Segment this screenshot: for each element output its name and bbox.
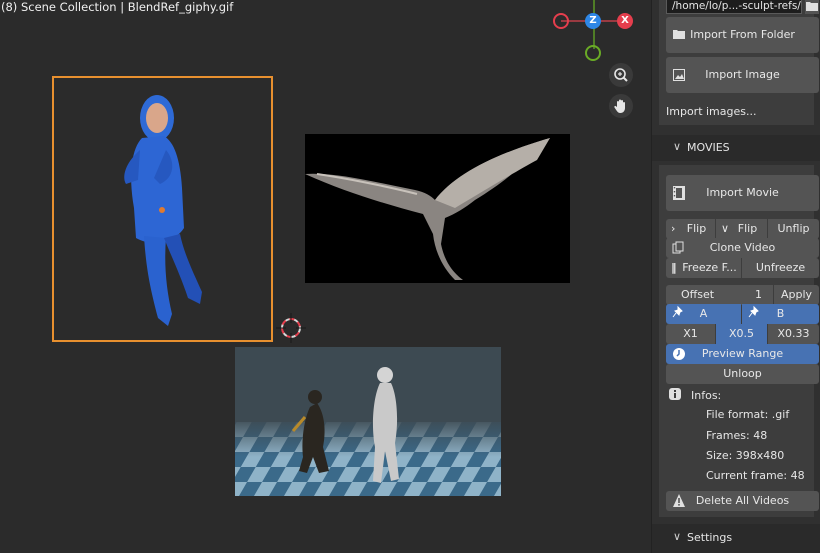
image-plane-characters[interactable]	[235, 347, 501, 496]
duplicate-icon	[672, 238, 684, 258]
speed-x033-button[interactable]: X0.33	[768, 324, 819, 344]
images-panel: /home/lo/p...-sculpt-refs/ Import From F…	[659, 0, 819, 125]
folder-path-field[interactable]: /home/lo/p...-sculpt-refs/	[666, 0, 802, 14]
pause-icon: ‖	[671, 261, 677, 274]
apply-offset-button[interactable]: Apply	[774, 285, 819, 305]
freeze-label: Freeze F...	[682, 261, 737, 274]
sidebar-panel[interactable]: /home/lo/p...-sculpt-refs/ Import From F…	[651, 0, 820, 553]
speed-x033-label: X0.33	[777, 327, 810, 340]
clone-video-label: Clone Video	[709, 241, 776, 254]
marker-a-button[interactable]: A	[666, 304, 741, 324]
freeze-frame-button[interactable]: ‖ Freeze F...	[666, 258, 741, 278]
offset-value: 1	[755, 288, 762, 301]
chevron-down-icon: ∨	[673, 140, 682, 153]
infos-label: Infos:	[691, 389, 722, 402]
pin-icon	[672, 304, 684, 324]
warning-icon	[672, 491, 686, 511]
info-icon	[668, 387, 682, 401]
unfreeze-button[interactable]: Unfreeze	[742, 258, 819, 278]
folder-browse-icon[interactable]	[805, 0, 819, 14]
clone-video-button[interactable]: Clone Video	[666, 238, 819, 258]
chevron-right-icon: ›	[671, 222, 676, 235]
chevron-down-icon: ∨	[673, 530, 682, 543]
flip-label-1: Flip	[686, 222, 707, 235]
preview-range-button[interactable]: Preview Range	[666, 344, 819, 364]
import-movie-button[interactable]: Import Movie	[666, 175, 819, 211]
chevron-down-icon: ∨	[721, 222, 730, 235]
file-format-text: File format: .gif	[706, 408, 790, 421]
frames-text: Frames: 48	[706, 429, 768, 442]
marker-b-label: B	[776, 307, 785, 320]
settings-header[interactable]: ∨ Settings	[652, 524, 820, 553]
viewport-title: (8) Scene Collection | BlendRef_giphy.gi…	[1, 0, 234, 14]
movies-panel: Import Movie › Flip ∨ Flip Unflip Clone …	[659, 165, 819, 517]
speed-x05-label: X0.5	[728, 327, 755, 340]
unflip-button[interactable]: Unflip	[768, 219, 819, 239]
zoom-icon[interactable]	[609, 63, 633, 87]
movies-header-label: MOVIES	[687, 141, 730, 154]
movies-header[interactable]: ∨ MOVIES	[652, 135, 820, 161]
import-from-folder-label: Import From Folder	[690, 28, 795, 41]
image-icon	[672, 57, 686, 93]
import-movie-label: Import Movie	[706, 186, 779, 199]
axis-z-dot[interactable]: Z	[585, 13, 601, 29]
import-image-button[interactable]: Import Image	[666, 57, 819, 93]
folder-icon	[672, 17, 686, 53]
film-icon	[672, 175, 686, 211]
unflip-label: Unflip	[777, 222, 810, 235]
settings-header-label: Settings	[687, 531, 733, 544]
navigation-gizmo[interactable]: Z X	[550, 0, 636, 64]
image-plane-blue-figure[interactable]	[52, 76, 273, 342]
import-images-label: Import images...	[666, 105, 757, 118]
image-plane-dragon[interactable]	[305, 134, 570, 283]
speed-x05-button[interactable]: X0.5	[716, 324, 767, 344]
delete-all-videos-button[interactable]: Delete All Videos	[666, 491, 819, 511]
apply-label: Apply	[780, 288, 813, 301]
offset-field[interactable]: Offset 1	[666, 285, 773, 305]
axis-neg-y-dot[interactable]	[585, 45, 601, 61]
flip-vertical-button[interactable]: ∨ Flip	[716, 219, 767, 239]
speed-x1-button[interactable]: X1	[666, 324, 715, 344]
delete-all-videos-label: Delete All Videos	[695, 494, 790, 507]
flip-horizontal-button[interactable]: › Flip	[666, 219, 715, 239]
offset-label: Offset	[681, 288, 715, 301]
pin-icon	[748, 304, 760, 324]
unloop-label: Unloop	[723, 367, 762, 380]
speed-x1-label: X1	[683, 327, 698, 340]
import-image-label: Import Image	[705, 68, 780, 81]
flip-label-2: Flip	[737, 222, 758, 235]
marker-a-label: A	[699, 307, 708, 320]
import-from-folder-button[interactable]: Import From Folder	[666, 17, 819, 53]
unfreeze-label: Unfreeze	[755, 261, 806, 274]
preview-range-label: Preview Range	[701, 347, 784, 360]
size-text: Size: 398x480	[706, 449, 785, 462]
current-frame-text: Current frame: 48	[706, 469, 805, 482]
unloop-button[interactable]: Unloop	[666, 364, 819, 384]
3d-cursor-icon	[276, 313, 306, 343]
hand-icon[interactable]	[609, 94, 633, 118]
3d-viewport[interactable]: (8) Scene Collection | BlendRef_giphy.gi…	[0, 0, 651, 553]
axis-neg-x-dot[interactable]	[553, 13, 569, 29]
axis-x-dot[interactable]: X	[617, 13, 633, 29]
marker-b-button[interactable]: B	[742, 304, 819, 324]
clock-icon	[672, 344, 686, 364]
